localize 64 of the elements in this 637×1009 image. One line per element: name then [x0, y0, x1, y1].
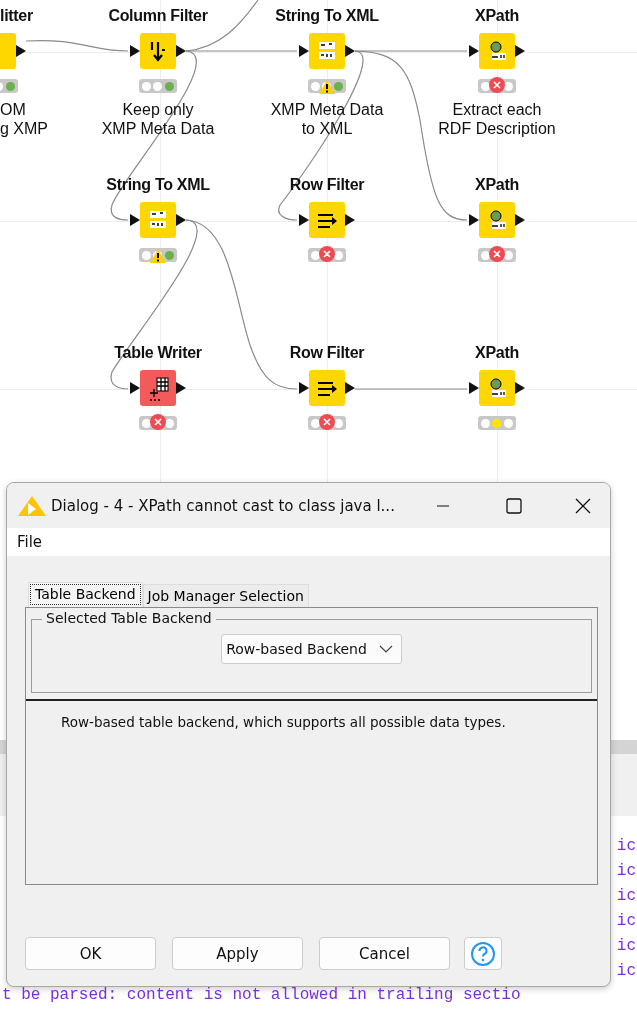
- backend-dropdown[interactable]: Row-based Backend: [221, 634, 402, 664]
- node-annotation: Extract each RDF Description: [438, 100, 556, 138]
- status-lamp: [164, 250, 174, 260]
- error-icon: [318, 413, 336, 431]
- group-legend: Selected Table Backend: [42, 610, 216, 626]
- magnifier-icon: [490, 378, 506, 397]
- warning-icon: [149, 248, 167, 264]
- tab[interactable]: Table Backend: [28, 582, 143, 607]
- error-icon: [488, 76, 506, 94]
- node-icon[interactable]: [299, 33, 355, 69]
- node-icon[interactable]: [299, 370, 355, 406]
- node-icon[interactable]: [299, 202, 355, 238]
- console-text: ic: [616, 911, 636, 932]
- chevron-down-icon: [378, 644, 393, 654]
- node-icon[interactable]: [130, 202, 186, 238]
- node-label: Row Filter: [289, 176, 365, 194]
- node-label: XPath: [475, 7, 519, 25]
- node-label: litter: [0, 7, 33, 25]
- error-icon: [149, 413, 167, 431]
- error-icon: [318, 245, 336, 263]
- converter-icon: [150, 211, 166, 228]
- magnifier-icon: [490, 41, 506, 60]
- node-label: String To XML: [275, 7, 379, 25]
- node-label: XPath: [475, 344, 519, 362]
- console-text: ic: [616, 836, 636, 857]
- description-text: Row-based table backend, which supports all possible data types.: [61, 714, 506, 730]
- dialog-button[interactable]: Cancel: [319, 937, 450, 970]
- node-annotation: XMP Meta Data to XML: [270, 100, 384, 138]
- node-annotation: Keep only XMP Meta Data: [101, 100, 215, 138]
- magnifier-icon: [490, 210, 506, 229]
- status-lamp: [311, 81, 321, 91]
- node-icon[interactable]: [130, 370, 186, 406]
- node-icon[interactable]: [469, 370, 525, 406]
- node-label: Column Filter: [108, 7, 208, 25]
- column-filter-icon: [150, 40, 165, 62]
- menu-item[interactable]: File: [17, 533, 43, 551]
- node-icon[interactable]: [469, 33, 525, 69]
- node-label: XPath: [475, 176, 519, 194]
- dialog-button[interactable]: Apply: [172, 937, 303, 970]
- node-label: Table Writer: [114, 344, 202, 362]
- node-annotation: OM g XMP: [0, 100, 48, 138]
- console-text: t be parsed: content is not allowed in trailing sectio: [1, 985, 522, 1006]
- console-text: ic: [616, 886, 636, 907]
- node-icon[interactable]: [469, 202, 525, 238]
- row-filter-icon: [317, 382, 337, 396]
- console-text: ic: [616, 961, 636, 982]
- help-icon: [470, 940, 496, 967]
- node-label: String To XML: [106, 176, 210, 194]
- converter-icon: [319, 42, 335, 59]
- node-icon[interactable]: [130, 33, 186, 69]
- help-button[interactable]: [464, 937, 502, 970]
- console-text: ic: [616, 936, 636, 957]
- status-lamp: [142, 250, 152, 260]
- error-icon: [488, 245, 506, 263]
- app-logo-icon: [17, 494, 47, 517]
- status-lamp: [333, 81, 343, 91]
- row-filter-icon: [317, 214, 337, 228]
- window-title: Dialog - 4 - XPath cannot cast to class java l...: [51, 496, 396, 515]
- warning-icon: [318, 79, 336, 95]
- console-text: ic: [616, 861, 636, 882]
- dialog-button[interactable]: OK: [25, 937, 156, 970]
- node-label: Row Filter: [289, 344, 365, 362]
- table-icon: [149, 377, 169, 401]
- tab[interactable]: Job Manager Selection: [142, 584, 309, 607]
